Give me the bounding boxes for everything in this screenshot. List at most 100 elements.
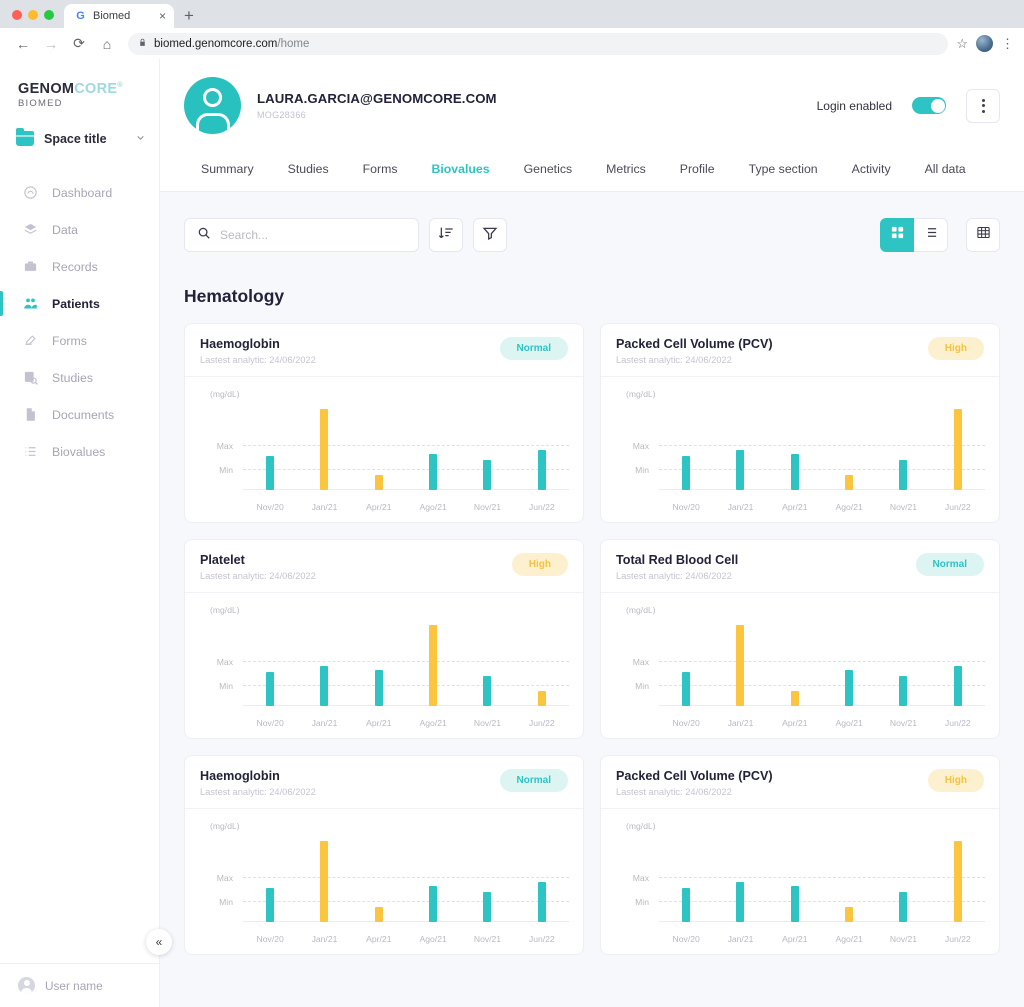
chart-bar[interactable]: [537, 881, 546, 922]
chart-bar[interactable]: [374, 907, 383, 922]
forms-icon: [22, 332, 39, 349]
space-title-label: Space title: [44, 131, 107, 146]
chart-bar[interactable]: [429, 453, 438, 490]
chart-bar[interactable]: [899, 892, 908, 922]
tab-genetics[interactable]: Genetics: [507, 148, 590, 191]
chart-bar[interactable]: [736, 625, 745, 706]
biovalue-card[interactable]: Platelet Lastest analytic: 24/06/2022 High…: [184, 539, 584, 739]
sidebar-item-biovalues[interactable]: Biovalues: [0, 433, 159, 470]
sidebar-item-forms[interactable]: Forms: [0, 322, 159, 359]
avatar: [18, 977, 35, 994]
chart-bar-slot: [515, 829, 569, 922]
chart-bar[interactable]: [790, 453, 799, 490]
chart-bar[interactable]: [537, 449, 546, 490]
search-box[interactable]: [184, 218, 419, 252]
list-view-button[interactable]: [914, 218, 948, 252]
chart-bar[interactable]: [790, 691, 799, 706]
new-tab-button[interactable]: +: [174, 7, 204, 28]
tab-activity[interactable]: Activity: [835, 148, 908, 191]
chart-bar[interactable]: [682, 672, 691, 706]
tab-studies[interactable]: Studies: [271, 148, 346, 191]
chart-bar[interactable]: [483, 676, 492, 706]
close-tab-icon[interactable]: ×: [159, 10, 166, 22]
sidebar-user-row[interactable]: User name: [0, 963, 159, 1007]
biovalue-card[interactable]: Total Red Blood Cell Lastest analytic: 24…: [600, 539, 1000, 739]
header-actions: Login enabled: [817, 88, 1000, 123]
close-window-button[interactable]: [12, 10, 22, 20]
back-icon[interactable]: ←: [10, 31, 36, 57]
biovalue-card[interactable]: Packed Cell Volume (PCV) Lastest analytic…: [600, 323, 1000, 523]
browser-tab[interactable]: G Biomed ×: [64, 4, 174, 28]
chart-bar[interactable]: [682, 456, 691, 490]
chart-bar[interactable]: [483, 892, 492, 922]
chevron-down-icon: [136, 133, 145, 144]
chart-x-labels: Nov/20 Jan/21 Apr/21 Ago/21 Nov/21 Jun/22: [243, 718, 569, 728]
sidebar-item-records[interactable]: Records: [0, 248, 159, 285]
space-selector[interactable]: Space title: [0, 123, 159, 154]
tab-all-data[interactable]: All data: [908, 148, 983, 191]
chart-bar[interactable]: [429, 625, 438, 706]
bookmark-star-icon[interactable]: ☆: [956, 36, 968, 52]
biovalue-card[interactable]: Haemoglobin Lastest analytic: 24/06/2022 N…: [184, 755, 584, 955]
chart-bar[interactable]: [953, 841, 962, 922]
reload-icon[interactable]: ⟳: [66, 31, 92, 57]
chart-x-tick-label: Nov/21: [889, 934, 918, 944]
grid-view-button[interactable]: [880, 218, 914, 252]
biovalue-card[interactable]: Haemoglobin Lastest analytic: 24/06/2022 N…: [184, 323, 584, 523]
table-view-button[interactable]: [966, 218, 1000, 252]
chart-bar[interactable]: [266, 456, 275, 490]
filter-button[interactable]: [473, 218, 507, 252]
chart-bar[interactable]: [953, 665, 962, 706]
tab-metrics[interactable]: Metrics: [589, 148, 663, 191]
tab-biovalues[interactable]: Biovalues: [415, 148, 507, 191]
chart-bar[interactable]: [953, 409, 962, 490]
address-bar[interactable]: biomed.genomcore.com/home: [128, 32, 949, 55]
tab-forms[interactable]: Forms: [346, 148, 415, 191]
chart-bar[interactable]: [483, 460, 492, 490]
kebab-dot: [981, 98, 985, 102]
chart-bar[interactable]: [682, 888, 691, 922]
biovalue-card[interactable]: Packed Cell Volume (PCV) Lastest analytic…: [600, 755, 1000, 955]
chart-bar[interactable]: [845, 907, 854, 922]
chart-bar[interactable]: [845, 669, 854, 706]
home-icon[interactable]: ⌂: [94, 31, 120, 57]
more-options-button[interactable]: [966, 88, 1000, 123]
tab-type-section[interactable]: Type section: [732, 148, 835, 191]
minimize-window-button[interactable]: [28, 10, 38, 20]
sidebar-item-data[interactable]: Data: [0, 211, 159, 248]
forward-icon[interactable]: →: [38, 31, 64, 57]
card-header: Platelet Lastest analytic: 24/06/2022 High: [185, 540, 583, 593]
collapse-sidebar-button[interactable]: «: [146, 929, 172, 955]
chart-bar[interactable]: [429, 885, 438, 922]
maximize-window-button[interactable]: [44, 10, 54, 20]
chart-bar[interactable]: [736, 449, 745, 490]
chart-bar[interactable]: [736, 881, 745, 922]
chart-bar[interactable]: [899, 676, 908, 706]
browser-profile-avatar[interactable]: [976, 35, 993, 52]
tab-summary[interactable]: Summary: [184, 148, 271, 191]
chart-bar[interactable]: [374, 669, 383, 706]
chart-bar[interactable]: [320, 409, 329, 490]
chart-bar[interactable]: [845, 475, 854, 490]
browser-menu-kebab-icon[interactable]: ⋮: [1001, 36, 1014, 52]
sidebar-item-patients[interactable]: Patients: [0, 285, 159, 322]
chart-bar[interactable]: [374, 475, 383, 490]
chart-bar[interactable]: [320, 665, 329, 706]
chart-bar-slot: [931, 397, 985, 490]
chart-bar[interactable]: [899, 460, 908, 490]
search-input[interactable]: [220, 228, 406, 242]
chart-y-axis-label: (mg/dL): [210, 821, 240, 831]
tab-profile[interactable]: Profile: [663, 148, 732, 191]
kebab-dot: [981, 104, 985, 107]
sort-button[interactable]: [429, 218, 463, 252]
chart-bar[interactable]: [266, 672, 275, 706]
chart-bar[interactable]: [320, 841, 329, 922]
sidebar-item-studies[interactable]: Studies: [0, 359, 159, 396]
chart-x-tick-label: Nov/20: [256, 718, 284, 728]
chart-bar[interactable]: [266, 888, 275, 922]
sidebar-item-documents[interactable]: Documents: [0, 396, 159, 433]
sidebar-item-dashboard[interactable]: Dashboard: [0, 174, 159, 211]
chart-bar[interactable]: [790, 885, 799, 922]
login-enabled-toggle[interactable]: [912, 97, 946, 114]
chart-bar[interactable]: [537, 691, 546, 706]
